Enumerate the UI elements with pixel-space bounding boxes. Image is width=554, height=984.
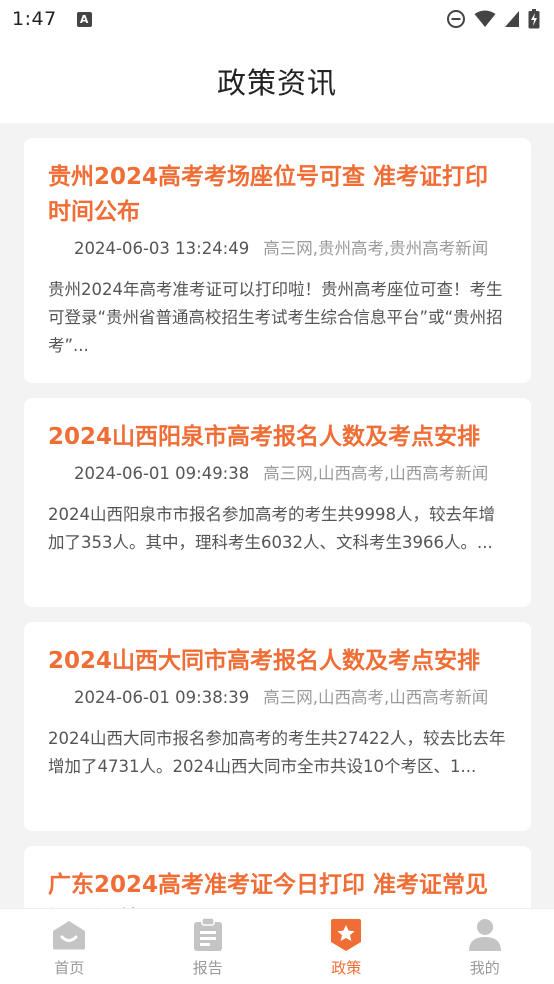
star-badge-icon [328, 917, 364, 953]
status-bar: 1:47 A [0, 0, 554, 38]
tab-home[interactable]: 首页 [0, 909, 139, 984]
tab-policy[interactable]: 政策 [277, 909, 416, 984]
news-tags: 高三网,贵州高考,贵州高考新闻 [263, 239, 489, 258]
tab-report[interactable]: 报告 [139, 909, 278, 984]
news-tags: 高三网,山西高考,山西高考新闻 [263, 464, 489, 483]
user-icon [467, 917, 503, 953]
tab-label: 我的 [469, 959, 500, 977]
news-feed[interactable]: 贵州2024高考考场座位号可查 准考证打印时间公布 2024-06-03 13:… [0, 123, 554, 908]
news-summary: 贵州2024年高考准考证可以打印啦！贵州高考座位可查！考生可登录“贵州省普通高校… [48, 280, 503, 355]
cellular-signal-icon [505, 11, 519, 27]
news-date: 2024-06-03 13:24:49 [74, 239, 250, 258]
tab-label: 首页 [54, 959, 85, 977]
do-not-disturb-icon [447, 10, 465, 28]
clipboard-icon [190, 917, 226, 953]
tab-label: 报告 [192, 959, 223, 977]
status-time: 1:47 [12, 8, 57, 30]
bottom-tab-bar: 首页 报告 政策 我的 [0, 908, 554, 984]
news-meta: 2024-06-01 09:38:39 高三网,山西高考,山西高考新闻 [48, 687, 507, 709]
news-title: 广东2024高考准考证今日打印 准考证常见问题汇总 [48, 872, 489, 908]
news-title: 2024山西阳泉市高考报名人数及考点安排 [48, 424, 481, 450]
news-card[interactable]: 广东2024高考准考证今日打印 准考证常见问题汇总 [24, 846, 531, 908]
news-meta: 2024-06-03 13:24:49 高三网,贵州高考,贵州高考新闻 [48, 238, 507, 260]
news-title: 2024山西大同市高考报名人数及考点安排 [48, 648, 481, 674]
page-header: 政策资讯 [0, 38, 554, 123]
news-card[interactable]: 贵州2024高考考场座位号可查 准考证打印时间公布 2024-06-03 13:… [24, 138, 531, 383]
news-title: 贵州2024高考考场座位号可查 准考证打印时间公布 [48, 164, 489, 225]
news-date: 2024-06-01 09:49:38 [74, 464, 250, 483]
news-summary: 2024山西阳泉市市报名参加高考的考生共9998人，较去年增加了353人。其中，… [48, 505, 495, 552]
tab-label: 政策 [331, 959, 362, 977]
battery-charging-icon [528, 9, 540, 29]
tab-mine[interactable]: 我的 [416, 909, 554, 984]
wifi-icon [474, 10, 496, 27]
news-card[interactable]: 2024山西阳泉市高考报名人数及考点安排 2024-06-01 09:49:38… [24, 398, 531, 607]
status-icons [446, 9, 540, 29]
page-title: 政策资讯 [216, 65, 337, 100]
news-meta: 2024-06-01 09:49:38 高三网,山西高考,山西高考新闻 [48, 463, 507, 485]
news-date: 2024-06-01 09:38:39 [74, 688, 250, 707]
notification-app-icon: A [76, 11, 92, 27]
news-summary: 2024山西大同市报名参加高考的考生共27422人，较去比去年增加了4731人。… [48, 729, 506, 776]
news-card[interactable]: 2024山西大同市高考报名人数及考点安排 2024-06-01 09:38:39… [24, 622, 531, 831]
news-tags: 高三网,山西高考,山西高考新闻 [263, 688, 489, 707]
home-icon [51, 917, 87, 953]
